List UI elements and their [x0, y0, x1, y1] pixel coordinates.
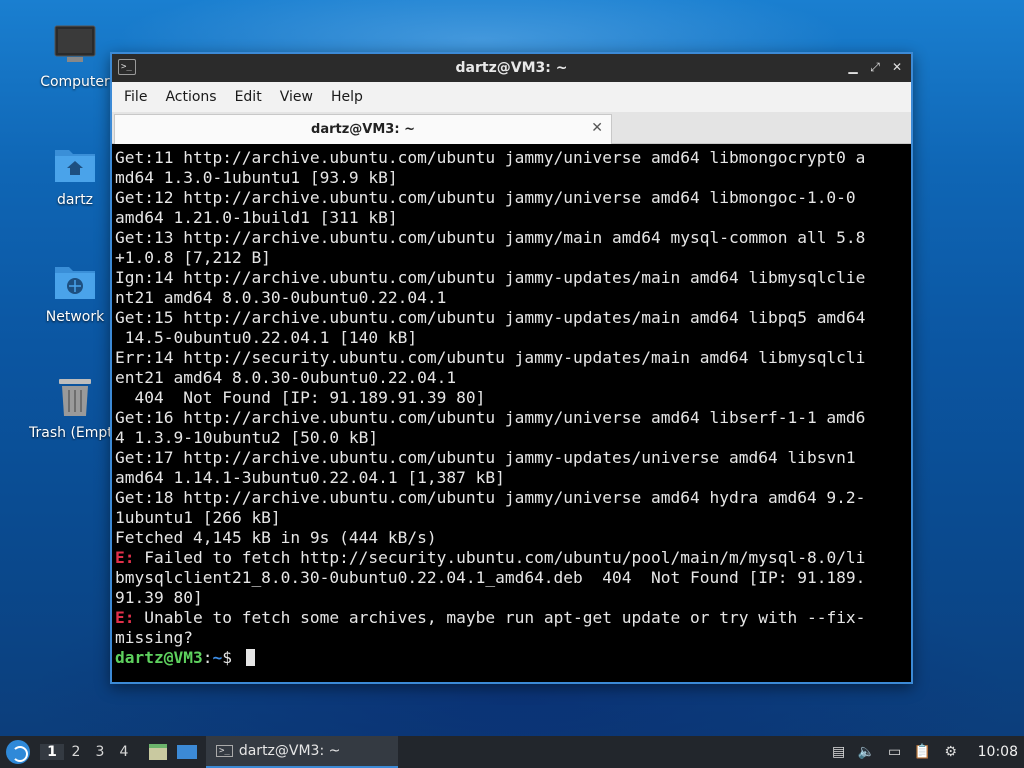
tab-terminal[interactable]: dartz@VM3: ~ ✕: [114, 114, 612, 144]
terminal-window: >_ dartz@VM3: ~ ▁ ⤢ ✕ File Actions Edit …: [110, 52, 913, 684]
trash-icon: [53, 375, 97, 419]
network-folder-icon: [53, 259, 97, 303]
desktop-icon-network[interactable]: Network: [29, 259, 121, 325]
start-menu-icon[interactable]: [6, 740, 30, 764]
menu-actions[interactable]: Actions: [163, 89, 226, 105]
terminal-error-line: E: Failed to fetch http://security.ubunt…: [115, 548, 911, 568]
menubar: File Actions Edit View Help: [112, 82, 911, 112]
terminal-line: Get:15 http://archive.ubuntu.com/ubuntu …: [115, 308, 866, 327]
terminal-line: Get:13 http://archive.ubuntu.com/ubuntu …: [115, 228, 866, 247]
terminal-line: 14.5-0ubuntu0.22.04.1 [140 kB]: [115, 328, 418, 347]
window-controls: ▁ ⤢ ✕: [845, 58, 905, 76]
tab-bar: dartz@VM3: ~ ✕: [112, 112, 911, 144]
maximize-icon[interactable]: ⤢: [867, 58, 883, 76]
terminal-line: +1.0.8 [7,212 B]: [115, 248, 271, 267]
error-text: Unable to fetch some archives, maybe run…: [134, 608, 866, 627]
home-folder-icon: [53, 142, 97, 186]
shell-prompt[interactable]: dartz@VM3:~$: [115, 648, 911, 668]
show-desktop-icon[interactable]: [176, 743, 198, 761]
desktop-icon-home-folder[interactable]: dartz: [29, 142, 121, 208]
terminal-line: ent21 amd64 8.0.30-0ubuntu0.22.04.1: [115, 368, 457, 387]
prompt-path: ~: [212, 648, 223, 667]
terminal-line: 4 1.3.9-10ubuntu2 [50.0 kB]: [115, 428, 379, 447]
terminal-error-line: E: Unable to fetch some archives, maybe …: [115, 608, 911, 628]
taskbar-task-terminal[interactable]: >_ dartz@VM3: ~: [206, 736, 398, 768]
terminal-line: Ign:14 http://archive.ubuntu.com/ubuntu …: [115, 268, 866, 287]
keyboard-layout-icon[interactable]: ▤: [830, 744, 848, 760]
terminal-line: 1ubuntu1 [266 kB]: [115, 508, 281, 527]
desktop-icon-trash[interactable]: Trash (Empty): [29, 375, 121, 441]
terminal-line: Get:18 http://archive.ubuntu.com/ubuntu …: [115, 488, 866, 507]
terminal-line: Get:12 http://archive.ubuntu.com/ubuntu …: [115, 188, 856, 207]
task-label: dartz@VM3: ~: [238, 743, 341, 759]
terminal-line: Fetched 4,145 kB in 9s (444 kB/s): [115, 528, 437, 547]
error-prefix: E:: [115, 608, 135, 627]
close-icon[interactable]: ✕: [889, 58, 905, 76]
terminal-line: amd64 1.14.1-3ubuntu0.22.04.1 [1,387 kB]: [115, 468, 505, 487]
workspace-3[interactable]: 3: [88, 744, 112, 760]
tab-close-icon[interactable]: ✕: [591, 120, 603, 136]
desktop-icon-label: dartz: [56, 192, 94, 208]
taskbar: 1 2 3 4 >_ dartz@VM3: ~ ▤ 🔈 ▭ 📋 ⚙ 10:08: [0, 736, 1024, 768]
desktop-icon-label: Computer: [40, 74, 110, 90]
prompt-symbol: $: [222, 648, 242, 667]
minimize-icon[interactable]: ▁: [845, 58, 861, 76]
file-manager-launcher-icon[interactable]: [148, 743, 168, 761]
window-title: dartz@VM3: ~: [455, 60, 568, 76]
volume-icon[interactable]: 🔈: [858, 744, 876, 760]
terminal-output[interactable]: Get:11 http://archive.ubuntu.com/ubuntu …: [112, 144, 911, 682]
clipboard-icon[interactable]: 📋: [914, 744, 932, 760]
system-tray: ▤ 🔈 ▭ 📋 ⚙ 10:08: [830, 736, 1024, 768]
window-titlebar[interactable]: >_ dartz@VM3: ~ ▁ ⤢ ✕: [112, 54, 911, 82]
workspace-4[interactable]: 4: [112, 744, 136, 760]
terminal-icon: >_: [216, 745, 233, 757]
computer-icon: [53, 24, 97, 68]
menu-help[interactable]: Help: [329, 89, 373, 105]
prompt-separator: :: [202, 648, 213, 667]
menu-file[interactable]: File: [122, 89, 157, 105]
prompt-user-host: dartz@VM3: [115, 648, 203, 667]
terminal-line: Get:17 http://archive.ubuntu.com/ubuntu …: [115, 448, 856, 467]
text-cursor: [245, 649, 255, 666]
clock[interactable]: 10:08: [978, 744, 1018, 760]
workspace-2[interactable]: 2: [64, 744, 88, 760]
workspace-1[interactable]: 1: [40, 744, 64, 760]
terminal-line: md64 1.3.0-1ubuntu1 [93.9 kB]: [115, 168, 398, 187]
menu-view[interactable]: View: [278, 89, 323, 105]
error-prefix: E:: [115, 548, 135, 567]
update-notifier-icon[interactable]: ⚙: [942, 744, 960, 760]
terminal-line: amd64 1.21.0-1build1 [311 kB]: [115, 208, 398, 227]
desktop-icon-label: Network: [45, 309, 105, 325]
desktop-icon-computer[interactable]: Computer: [29, 24, 121, 90]
terminal-line: nt21 amd64 8.0.30-0ubuntu0.22.04.1: [115, 288, 447, 307]
error-text: Failed to fetch http://security.ubuntu.c…: [134, 548, 866, 567]
terminal-line: Err:14 http://security.ubuntu.com/ubuntu…: [115, 348, 866, 367]
terminal-line: 404 Not Found [IP: 91.189.91.39 80]: [115, 388, 486, 407]
desktop-icon-label: Trash (Empty): [29, 425, 121, 441]
terminal-line: Get:11 http://archive.ubuntu.com/ubuntu …: [115, 148, 866, 167]
menu-edit[interactable]: Edit: [233, 89, 272, 105]
terminal-line: missing?: [115, 628, 193, 647]
terminal-line: Get:16 http://archive.ubuntu.com/ubuntu …: [115, 408, 866, 427]
terminal-line: 91.39 80]: [115, 588, 203, 607]
tab-label: dartz@VM3: ~: [311, 122, 415, 137]
terminal-line: bmysqlclient21_8.0.30-0ubuntu0.22.04.1_a…: [115, 568, 866, 587]
display-icon[interactable]: ▭: [886, 744, 904, 760]
